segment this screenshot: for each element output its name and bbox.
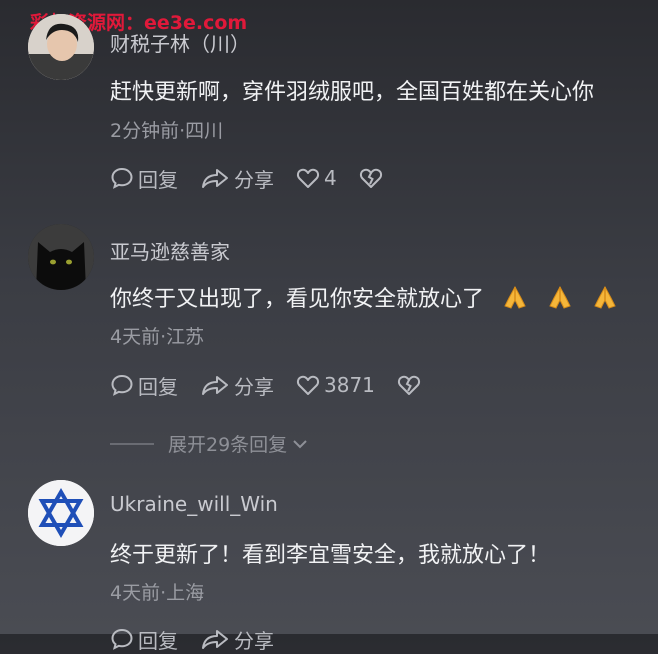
comment-actions: 回复 分享 bbox=[110, 624, 296, 654]
comment-meta: 4天前·上海 bbox=[110, 582, 205, 604]
comment-text: 终于更新了！看到李宜雪安全，我就放心了！ bbox=[110, 543, 551, 568]
share-label: 分享 bbox=[234, 167, 274, 192]
comment-meta: 4天前·江苏 bbox=[110, 326, 205, 348]
broken-heart-icon bbox=[397, 375, 420, 395]
folded-hands-icon bbox=[546, 284, 574, 316]
share-button[interactable]: 分享 bbox=[200, 371, 274, 400]
folded-hands-icon bbox=[501, 284, 529, 316]
reply-label: 回复 bbox=[138, 628, 178, 653]
avatar[interactable] bbox=[28, 224, 94, 290]
share-label: 分享 bbox=[234, 374, 274, 399]
reply-button[interactable]: 回复 bbox=[110, 371, 178, 400]
avatar[interactable] bbox=[28, 480, 94, 546]
comment-author[interactable]: Ukraine_will_Win bbox=[110, 492, 278, 516]
comment-author[interactable]: 财税子林（川） bbox=[110, 28, 250, 57]
comment-text-content: 你终于又出现了，看见你安全就放心了 bbox=[110, 287, 485, 312]
share-button[interactable]: 分享 bbox=[200, 164, 274, 193]
comment-author[interactable]: 亚马逊慈善家 bbox=[110, 236, 230, 265]
heart-icon bbox=[296, 168, 320, 188]
avatar[interactable] bbox=[28, 14, 94, 80]
reply-button[interactable]: 回复 bbox=[110, 164, 178, 193]
comment-actions: 回复 分享 4 bbox=[110, 163, 409, 193]
comment-bubble-icon bbox=[111, 628, 133, 650]
expand-replies-button[interactable]: 展开29条回复 bbox=[110, 430, 309, 457]
comment-bubble-icon bbox=[111, 374, 133, 396]
divider-line bbox=[110, 442, 154, 445]
reply-label: 回复 bbox=[138, 374, 178, 399]
comment-meta: 2分钟前·四川 bbox=[110, 120, 224, 142]
share-arrow-icon bbox=[202, 376, 228, 395]
reply-button[interactable]: 回复 bbox=[110, 625, 178, 654]
share-arrow-icon bbox=[202, 169, 228, 188]
expand-replies-label: 展开29条回复 bbox=[168, 434, 288, 456]
share-arrow-icon bbox=[202, 630, 228, 649]
dislike-button[interactable] bbox=[397, 374, 425, 396]
comment-bubble-icon bbox=[111, 167, 133, 189]
reply-label: 回复 bbox=[138, 167, 178, 192]
like-count: 3871 bbox=[324, 373, 375, 397]
broken-heart-icon bbox=[359, 168, 382, 188]
chevron-down-icon bbox=[293, 439, 307, 448]
comment-text: 你终于又出现了，看见你安全就放心了 bbox=[110, 281, 619, 316]
share-label: 分享 bbox=[234, 628, 274, 653]
like-button[interactable]: 3871 bbox=[296, 373, 375, 397]
share-button[interactable]: 分享 bbox=[200, 625, 274, 654]
like-count: 4 bbox=[324, 166, 337, 190]
dislike-button[interactable] bbox=[359, 167, 387, 189]
folded-hands-icon bbox=[591, 284, 619, 316]
like-button[interactable]: 4 bbox=[296, 166, 337, 190]
comment-text: 赶快更新啊，穿件羽绒服吧，全国百姓都在关心你 bbox=[110, 80, 595, 105]
comment-actions: 回复 分享 3871 bbox=[110, 370, 447, 400]
heart-icon bbox=[296, 375, 320, 395]
